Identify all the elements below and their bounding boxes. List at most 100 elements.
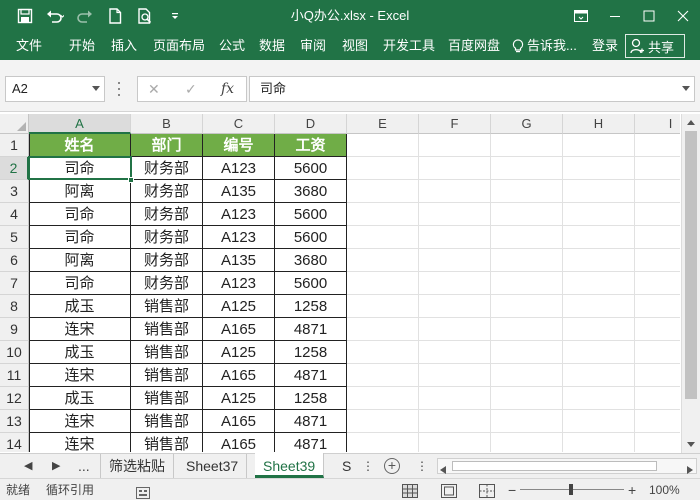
insert-function-button[interactable]: fx bbox=[221, 77, 234, 101]
cell-department[interactable]: 销售部 bbox=[131, 295, 203, 318]
cell-code[interactable]: A165 bbox=[203, 433, 275, 452]
cell-department[interactable]: 财务部 bbox=[131, 226, 203, 249]
name-box[interactable]: A2 bbox=[5, 76, 105, 102]
cell-salary[interactable]: 1258 bbox=[275, 295, 347, 318]
table-header-code[interactable]: 编号 bbox=[203, 134, 275, 157]
cell-name[interactable]: 连宋 bbox=[29, 410, 131, 433]
tab-baidu-netdisk[interactable]: 百度网盘 bbox=[448, 32, 500, 60]
vertical-scroll-thumb[interactable] bbox=[685, 131, 697, 399]
cell-salary[interactable]: 4871 bbox=[275, 433, 347, 452]
worksheet-grid[interactable]: A B C D E F G H I 1 2 3 4 5 6 7 8 9 10 11 12 13 14 姓名 部门 编号 工资 司命 财务… bbox=[0, 114, 680, 452]
scroll-right-icon[interactable] bbox=[687, 462, 693, 477]
row-header-9[interactable]: 9 bbox=[0, 318, 29, 341]
cell-name[interactable]: 成玉 bbox=[29, 387, 131, 410]
scroll-down-icon[interactable] bbox=[682, 436, 700, 452]
cell-salary[interactable]: 3680 bbox=[275, 249, 347, 272]
cell-code[interactable]: A165 bbox=[203, 318, 275, 341]
scroll-up-icon[interactable] bbox=[682, 114, 700, 130]
table-header-name[interactable]: 姓名 bbox=[29, 134, 131, 157]
sheet-tab-sheet39[interactable]: Sheet39 bbox=[255, 453, 325, 478]
tab-file[interactable]: 文件 bbox=[16, 32, 42, 60]
expand-formula-bar-icon[interactable] bbox=[682, 86, 690, 92]
new-document-icon[interactable] bbox=[100, 0, 130, 32]
row-header-5[interactable]: 5 bbox=[0, 226, 29, 249]
row-header-6[interactable]: 6 bbox=[0, 249, 29, 272]
horizontal-scrollbar[interactable] bbox=[437, 458, 697, 474]
tab-insert[interactable]: 插入 bbox=[111, 32, 137, 60]
cell-department[interactable]: 销售部 bbox=[131, 341, 203, 364]
cell-code[interactable]: A125 bbox=[203, 341, 275, 364]
cell-department[interactable]: 财务部 bbox=[131, 249, 203, 272]
undo-icon[interactable] bbox=[40, 0, 70, 32]
cell-name[interactable]: 阿离 bbox=[29, 180, 131, 203]
row-header-11[interactable]: 11 bbox=[0, 364, 29, 387]
cell-salary[interactable]: 5600 bbox=[275, 226, 347, 249]
sheet-tabs-more-icon[interactable]: ⋮ bbox=[362, 454, 374, 478]
cell-department[interactable]: 财务部 bbox=[131, 157, 203, 180]
cell-name[interactable]: 阿离 bbox=[29, 249, 131, 272]
row-header-13[interactable]: 13 bbox=[0, 410, 29, 433]
cell-code[interactable]: A123 bbox=[203, 226, 275, 249]
cell-department[interactable]: 财务部 bbox=[131, 272, 203, 295]
cell-salary[interactable]: 3680 bbox=[275, 180, 347, 203]
column-header-g[interactable]: G bbox=[491, 114, 563, 134]
cell-department[interactable]: 销售部 bbox=[131, 364, 203, 387]
sheet-tab-filter-paste[interactable]: 筛选粘贴 bbox=[100, 454, 174, 478]
cell-code[interactable]: A135 bbox=[203, 249, 275, 272]
close-icon[interactable] bbox=[666, 0, 700, 32]
cell-name[interactable]: 司命 bbox=[29, 157, 131, 180]
cell-salary[interactable]: 1258 bbox=[275, 387, 347, 410]
column-header-a[interactable]: A bbox=[29, 114, 131, 134]
zoom-slider-knob[interactable] bbox=[569, 484, 573, 495]
cell-code[interactable]: A165 bbox=[203, 364, 275, 387]
column-header-b[interactable]: B bbox=[131, 114, 203, 134]
row-header-1[interactable]: 1 bbox=[0, 134, 29, 157]
vertical-scrollbar[interactable] bbox=[681, 114, 700, 454]
tell-me-search[interactable]: 告诉我... bbox=[512, 32, 577, 60]
cell-salary[interactable]: 5600 bbox=[275, 272, 347, 295]
name-box-dropdown-icon[interactable] bbox=[92, 86, 100, 92]
row-header-3[interactable]: 3 bbox=[0, 180, 29, 203]
column-header-h[interactable]: H bbox=[563, 114, 635, 134]
more-sheets-ellipsis[interactable]: ... bbox=[78, 454, 90, 478]
cell-department[interactable]: 销售部 bbox=[131, 318, 203, 341]
cell-department[interactable]: 财务部 bbox=[131, 180, 203, 203]
cell-salary[interactable]: 5600 bbox=[275, 203, 347, 226]
row-header-10[interactable]: 10 bbox=[0, 341, 29, 364]
ribbon-display-options-icon[interactable] bbox=[564, 0, 598, 32]
tab-developer[interactable]: 开发工具 bbox=[383, 32, 435, 60]
sheet-tab-sheet37[interactable]: Sheet37 bbox=[178, 454, 248, 478]
formula-bar-splitter[interactable] bbox=[118, 82, 121, 96]
share-button[interactable]: 共享 bbox=[625, 34, 685, 58]
cell-name[interactable]: 成玉 bbox=[29, 295, 131, 318]
redo-icon[interactable] bbox=[70, 0, 100, 32]
table-header-salary[interactable]: 工资 bbox=[275, 134, 347, 157]
normal-view-icon[interactable] bbox=[402, 483, 418, 498]
column-header-c[interactable]: C bbox=[203, 114, 275, 134]
horizontal-scroll-thumb[interactable] bbox=[452, 461, 657, 471]
cell-name[interactable]: 司命 bbox=[29, 272, 131, 295]
add-sheet-button[interactable]: + bbox=[384, 458, 400, 474]
formula-input[interactable]: 司命 bbox=[249, 76, 695, 102]
minimize-icon[interactable] bbox=[598, 0, 632, 32]
row-header-2[interactable]: 2 bbox=[0, 157, 29, 180]
page-layout-view-icon[interactable] bbox=[441, 483, 457, 498]
cell-salary[interactable]: 4871 bbox=[275, 318, 347, 341]
confirm-entry-icon[interactable]: ✓ bbox=[185, 77, 197, 101]
row-header-4[interactable]: 4 bbox=[0, 203, 29, 226]
cell-department[interactable]: 财务部 bbox=[131, 203, 203, 226]
tab-home[interactable]: 开始 bbox=[69, 32, 95, 60]
cell-name[interactable]: 成玉 bbox=[29, 341, 131, 364]
cell-salary[interactable]: 1258 bbox=[275, 341, 347, 364]
table-header-department[interactable]: 部门 bbox=[131, 134, 203, 157]
column-header-i[interactable]: I bbox=[635, 114, 680, 134]
cell-code[interactable]: A123 bbox=[203, 203, 275, 226]
maximize-icon[interactable] bbox=[632, 0, 666, 32]
cell-code[interactable]: A135 bbox=[203, 180, 275, 203]
cell-code[interactable]: A165 bbox=[203, 410, 275, 433]
select-all-corner[interactable] bbox=[0, 114, 29, 134]
sheet-tab-truncated[interactable]: S bbox=[334, 454, 359, 478]
column-header-d[interactable]: D bbox=[275, 114, 347, 134]
cell-name[interactable]: 司命 bbox=[29, 226, 131, 249]
customize-toolbar-icon[interactable] bbox=[160, 0, 190, 32]
